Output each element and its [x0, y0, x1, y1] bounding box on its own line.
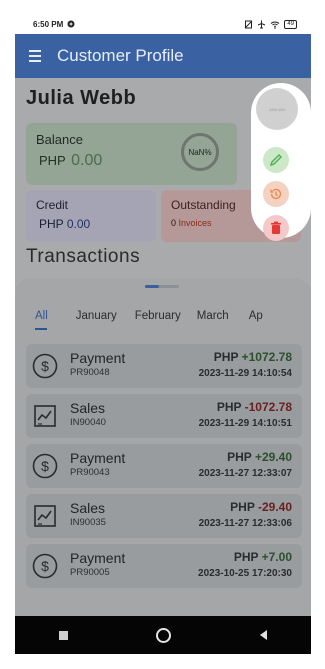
- transaction-list: $ Payment PR90048 PHP +1072.78 2023-11-2…: [26, 344, 302, 594]
- tab-all[interactable]: All: [33, 310, 50, 330]
- transaction-date: 2023-10-25 17:20:30: [198, 568, 292, 579]
- transaction-row[interactable]: $ Payment PR90048 PHP +1072.78 2023-11-2…: [26, 344, 302, 388]
- sheet-drag-handle[interactable]: [145, 285, 179, 288]
- transaction-date: 2023-11-29 14:10:51: [198, 418, 292, 429]
- battery-icon: 49: [284, 19, 297, 29]
- transaction-row[interactable]: Sales IN90035 PHP -29.40 2023-11-27 12:3…: [26, 494, 302, 538]
- phone-screen: 6:50 PM 49 Customer Profile Julia Webb B…: [15, 14, 311, 654]
- notification-icon: [67, 20, 75, 28]
- transaction-id: PR90043: [70, 467, 110, 478]
- outstanding-value: 0 Invoices: [171, 218, 212, 228]
- credit-card[interactable]: Credit PHP 0.00: [26, 190, 156, 242]
- transaction-amount: PHP +1072.78: [213, 350, 292, 364]
- transaction-amount: PHP +7.00: [233, 550, 292, 564]
- balance-progress-ring: NaN%: [181, 133, 219, 171]
- transactions-sheet: All January February March Ap $ Payment …: [15, 278, 311, 634]
- history-button[interactable]: [263, 181, 289, 207]
- transaction-type: Sales: [70, 500, 106, 516]
- tab-april[interactable]: Ap: [247, 310, 265, 330]
- airplane-icon: [258, 20, 266, 28]
- transaction-type: Payment: [70, 450, 126, 466]
- chart-icon: [34, 405, 56, 427]
- action-menu: 184×184: [251, 83, 311, 241]
- credit-value: PHP 0.00: [39, 217, 91, 231]
- page-title: Customer Profile: [57, 46, 184, 65]
- transaction-date: 2023-11-29 14:10:54: [198, 368, 292, 379]
- delete-icon: [271, 221, 281, 234]
- dollar-icon: $: [32, 353, 58, 379]
- edit-icon: [269, 154, 282, 167]
- transaction-row[interactable]: Sales IN90040 PHP -1072.78 2023-11-29 14…: [26, 394, 302, 438]
- svg-text:$: $: [41, 558, 49, 574]
- tab-january[interactable]: January: [74, 310, 119, 330]
- status-bar: 6:50 PM 49: [15, 14, 311, 34]
- balance-card[interactable]: Balance PHP 0.00 NaN%: [26, 123, 237, 185]
- transaction-row[interactable]: $ Payment PR90043 PHP +29.40 2023-11-27 …: [26, 444, 302, 488]
- edit-button[interactable]: [263, 147, 289, 173]
- transaction-type: Payment: [70, 350, 126, 366]
- transactions-heading: Transactions: [26, 246, 141, 267]
- outstanding-label: Outstanding: [171, 198, 236, 212]
- recents-button[interactable]: [59, 630, 69, 640]
- transaction-type: Payment: [70, 550, 126, 566]
- balance-label: Balance: [36, 132, 83, 147]
- transaction-amount: PHP -29.40: [230, 500, 292, 514]
- tab-february[interactable]: February: [133, 310, 183, 330]
- app-bar: Customer Profile: [15, 34, 311, 78]
- transaction-id: PR90005: [70, 567, 110, 578]
- no-sim-icon: [244, 20, 253, 28]
- transaction-id: IN90040: [70, 417, 106, 428]
- delete-button[interactable]: [263, 215, 289, 241]
- transaction-row[interactable]: $ Payment PR90005 PHP +7.00 2023-10-25 1…: [26, 544, 302, 588]
- svg-text:$: $: [41, 358, 49, 374]
- transaction-type: Sales: [70, 400, 106, 416]
- tab-march[interactable]: March: [195, 310, 231, 330]
- transaction-id: PR90048: [70, 367, 110, 378]
- svg-text:$: $: [41, 458, 49, 474]
- transaction-date: 2023-11-27 12:33:06: [198, 518, 292, 529]
- status-time: 6:50 PM: [33, 19, 64, 29]
- balance-value: PHP 0.00: [39, 152, 103, 169]
- home-button[interactable]: [156, 627, 172, 643]
- history-icon: [270, 188, 282, 200]
- customer-name: Julia Webb: [26, 87, 137, 109]
- transaction-amount: PHP +29.40: [227, 450, 292, 464]
- back-button[interactable]: [259, 630, 267, 640]
- dollar-icon: $: [32, 553, 58, 579]
- dollar-icon: $: [32, 453, 58, 479]
- wifi-icon: [270, 21, 280, 29]
- chart-icon: [34, 505, 56, 527]
- transaction-id: IN90035: [70, 517, 106, 528]
- month-tabs: All January February March Ap: [15, 310, 311, 330]
- credit-label: Credit: [36, 198, 69, 212]
- transaction-amount: PHP -1072.78: [216, 400, 292, 414]
- avatar[interactable]: 184×184: [256, 88, 298, 130]
- transaction-date: 2023-11-27 12:33:07: [198, 468, 292, 479]
- system-nav-bar: [15, 616, 311, 654]
- menu-icon[interactable]: [29, 47, 41, 65]
